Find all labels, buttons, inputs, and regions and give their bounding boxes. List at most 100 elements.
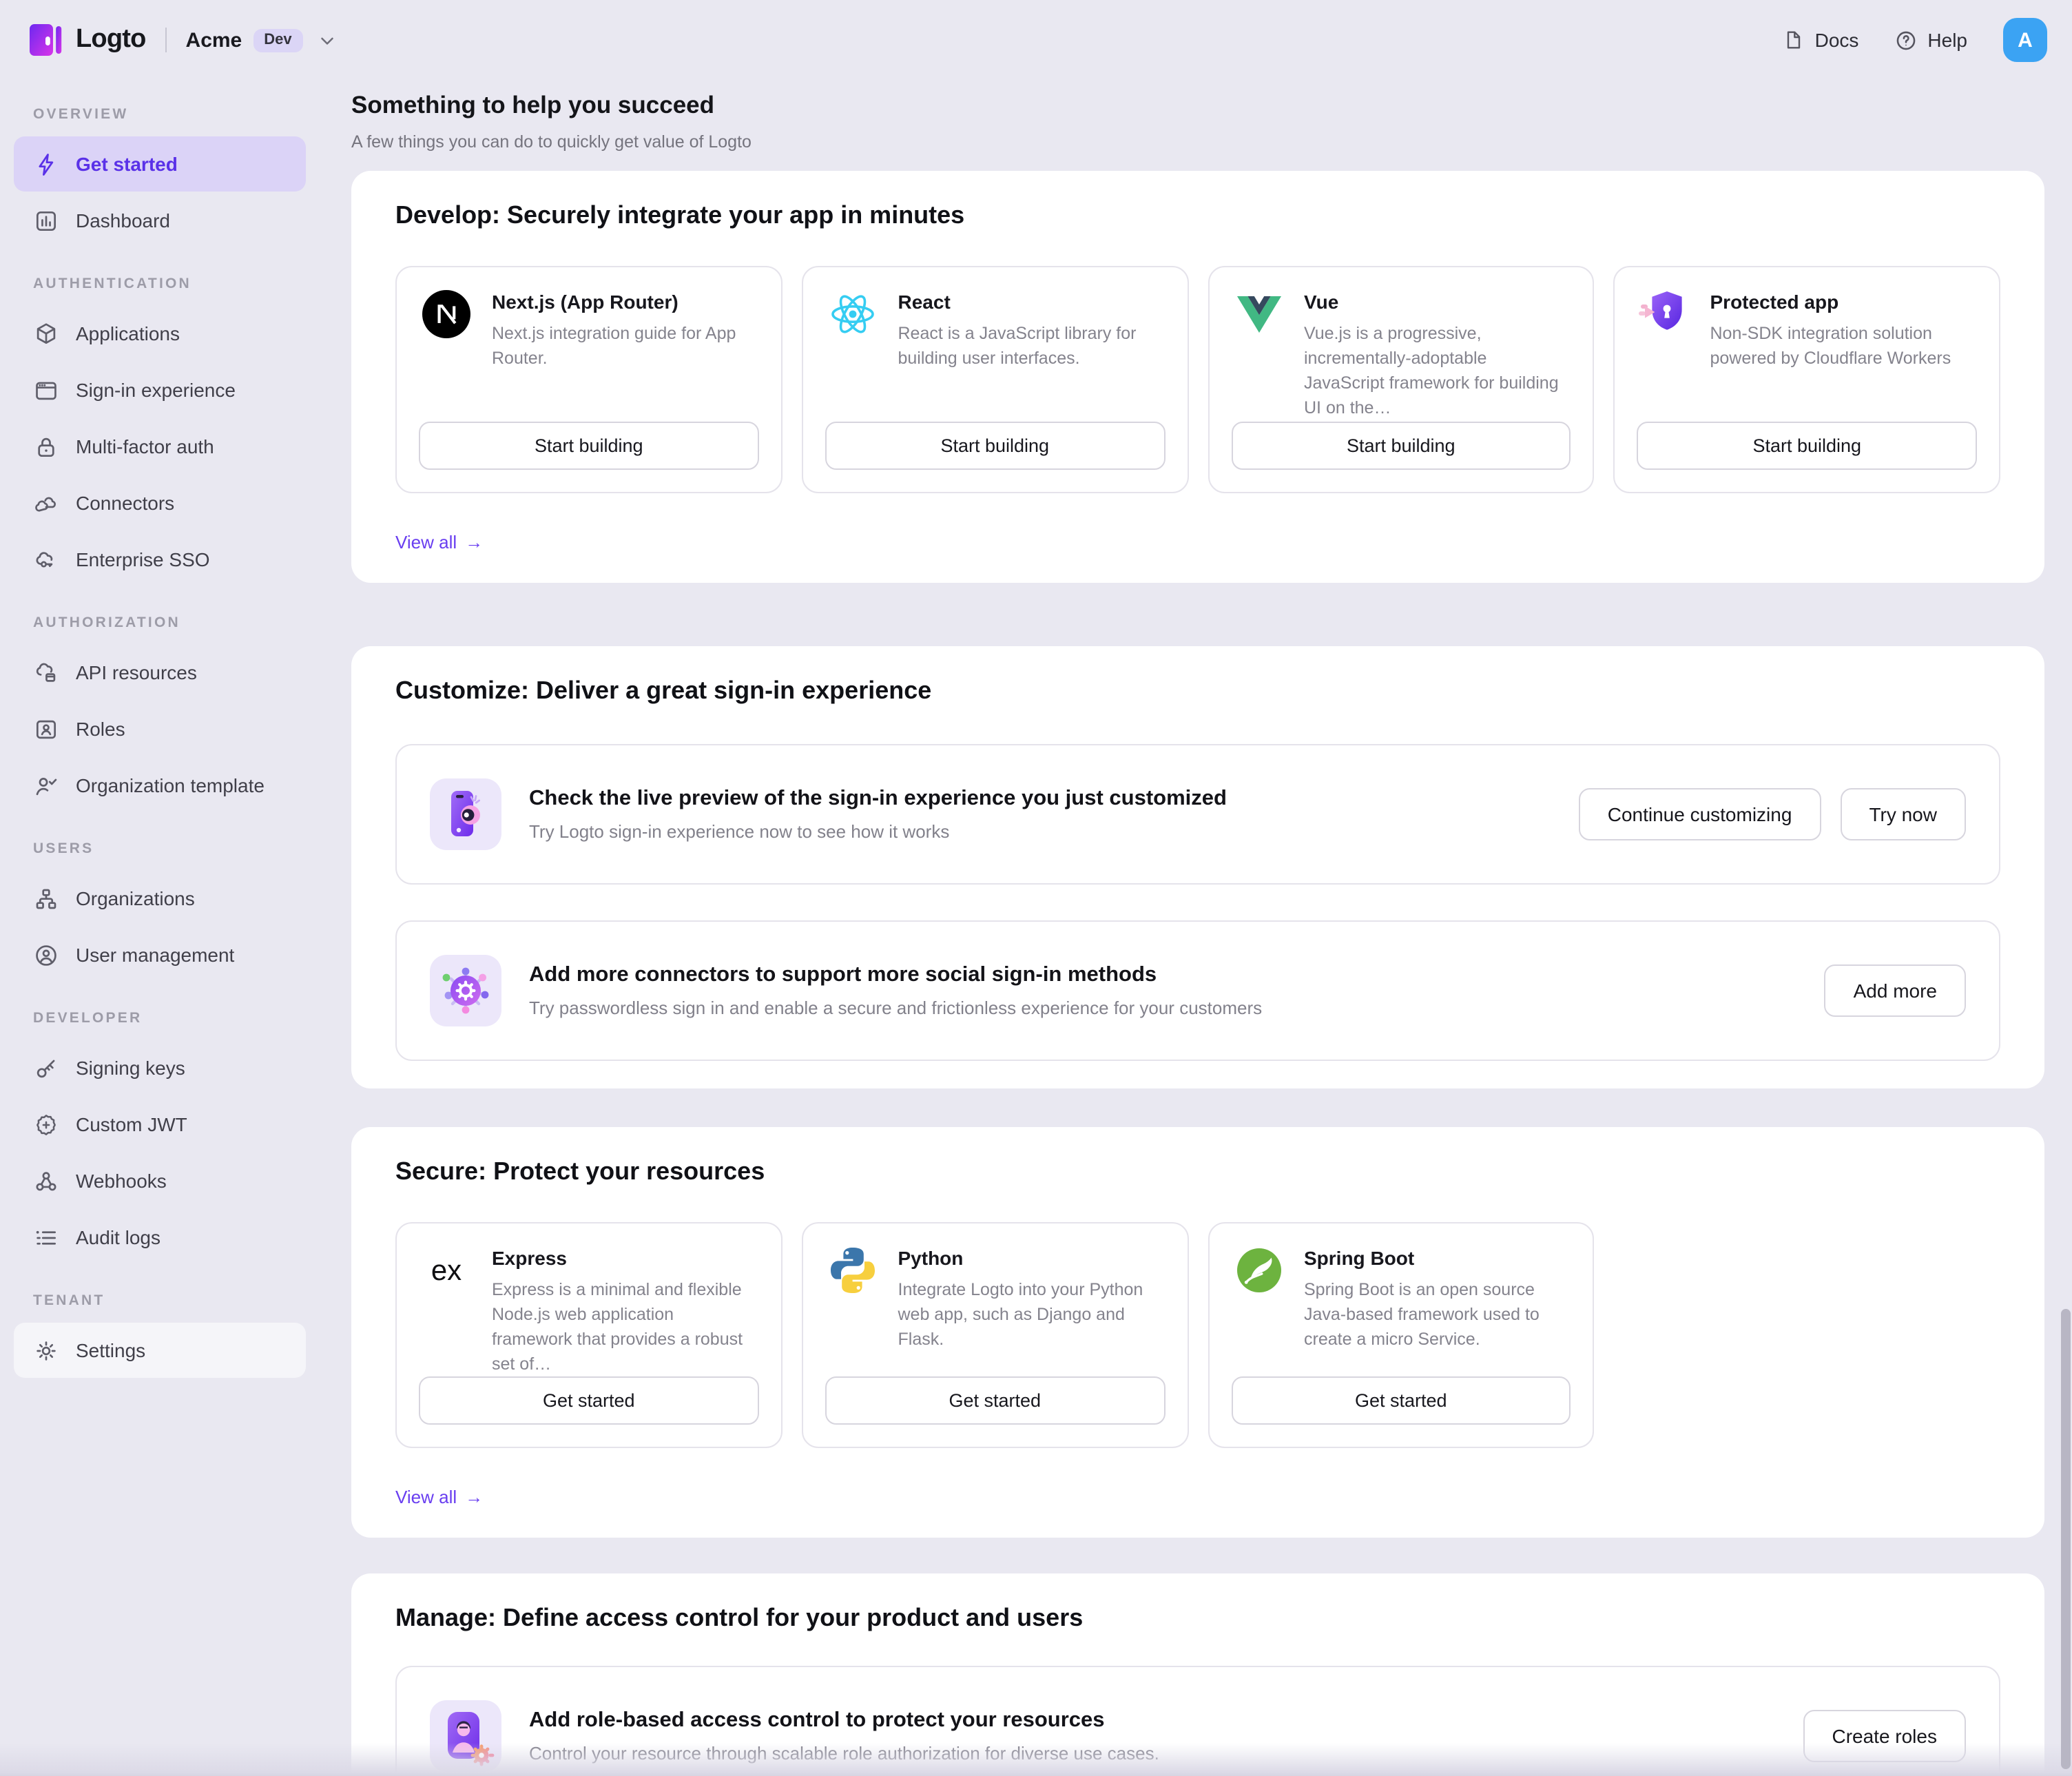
sidebar-item-roles[interactable]: Roles (14, 701, 306, 756)
sidebar-item-label: Enterprise SSO (76, 548, 210, 570)
gear-icon (33, 1337, 59, 1363)
sidebar-item-multi-factor-auth[interactable]: Multi-factor auth (14, 419, 306, 474)
rbac-icon (430, 1700, 501, 1772)
help-link[interactable]: Help (1894, 28, 1967, 52)
sidebar-item-applications[interactable]: Applications (14, 306, 306, 361)
sidebar-item-label: Roles (76, 718, 125, 740)
topbar: Logto Acme Dev Docs Help (0, 0, 2072, 80)
view-all-link[interactable]: View all → (395, 1487, 483, 1507)
sidebar-item-audit-logs[interactable]: Audit logs (14, 1210, 306, 1265)
view-all-link[interactable]: View all → (395, 531, 483, 552)
sidebar-item-label: Signing keys (76, 1057, 185, 1079)
person-check-icon (33, 772, 59, 798)
react-logo-icon (825, 287, 880, 342)
sidebar-item-dashboard[interactable]: Dashboard (14, 193, 306, 248)
scrollbar-thumb[interactable] (2061, 1309, 2071, 1769)
get-started-button[interactable]: Get started (825, 1376, 1166, 1425)
id-card-icon (33, 716, 59, 742)
framework-card-express[interactable]: ex Express Express is a minimal and flex… (395, 1221, 783, 1448)
customize-heading: Customize: Deliver a great sign-in exper… (395, 676, 2000, 705)
python-logo-icon (825, 1242, 880, 1297)
sidebar-section-authorization: AUTHORIZATION (0, 588, 320, 643)
question-circle-icon (1894, 28, 1918, 52)
vertical-scrollbar[interactable] (2060, 0, 2072, 1776)
list-icon (33, 1224, 59, 1250)
sidebar-item-label: Webhooks (76, 1170, 167, 1192)
sidebar-item-sign-in-experience[interactable]: Sign-in experience (14, 362, 306, 417)
framework-card-spring-boot[interactable]: Spring Boot Spring Boot is an open sourc… (1208, 1221, 1595, 1448)
sidebar-item-custom-jwt[interactable]: Custom JWT (14, 1097, 306, 1152)
framework-card-title: React (898, 291, 1166, 313)
docs-label: Docs (1815, 29, 1859, 51)
tenant-env-badge: Dev (253, 28, 302, 52)
badge-plus-icon (33, 1111, 59, 1137)
framework-card-description: Spring Boot is an open source Java-based… (1304, 1277, 1571, 1352)
sidebar-item-label: Custom JWT (76, 1113, 187, 1135)
manage-heading: Manage: Define access control for your p… (395, 1604, 2000, 1633)
sidebar-section-developer: DEVELOPER (0, 984, 320, 1039)
framework-card-vue[interactable]: Vue Vue.js is a progressive, incremental… (1208, 266, 1595, 493)
user-circle-icon (33, 942, 59, 968)
sidebar-item-webhooks[interactable]: Webhooks (14, 1153, 306, 1208)
cube-icon (33, 320, 59, 347)
webhook-icon (33, 1168, 59, 1194)
sidebar-item-label: Organization template (76, 774, 265, 796)
task-row-subtitle: Try passwordless sign in and enable a se… (529, 997, 1262, 1018)
develop-panel: Develop: Securely integrate your app in … (351, 171, 2044, 582)
avatar-initial: A (2018, 28, 2033, 52)
document-icon (1783, 29, 1805, 51)
sidebar-item-api-resources[interactable]: API resources (14, 645, 306, 700)
logto-brand[interactable]: Logto (28, 22, 146, 58)
page-title: Something to help you succeed (351, 91, 2044, 120)
sidebar-item-label: Sign-in experience (76, 379, 236, 401)
try-now-button[interactable]: Try now (1840, 787, 1966, 840)
sidebar-item-signing-keys[interactable]: Signing keys (14, 1040, 306, 1095)
arrow-right-icon: → (465, 1487, 483, 1507)
sidebar-item-organizations[interactable]: Organizations (14, 871, 306, 926)
page-subtitle: A few things you can do to quickly get v… (351, 132, 2044, 152)
sidebar-item-get-started[interactable]: Get started (14, 136, 306, 192)
framework-card-python[interactable]: Python Integrate Logto into your Python … (802, 1221, 1189, 1448)
framework-card-nextjs[interactable]: Next.js (App Router) Next.js integration… (395, 266, 783, 493)
customize-panel: Customize: Deliver a great sign-in exper… (351, 646, 2044, 1088)
task-row-subtitle: Control your resource through scalable r… (529, 1743, 1159, 1764)
avatar[interactable]: A (2003, 18, 2047, 62)
sidebar-item-label: User management (76, 944, 234, 966)
task-row-rbac: Add role-based access control to protect… (395, 1666, 2000, 1776)
continue-customizing-button[interactable]: Continue customizing (1579, 787, 1821, 840)
view-all-label: View all (395, 1487, 457, 1507)
develop-heading: Develop: Securely integrate your app in … (395, 201, 2000, 230)
sidebar-section-overview: OVERVIEW (0, 80, 320, 135)
logto-logo-icon (28, 22, 63, 58)
start-building-button[interactable]: Start building (825, 421, 1166, 469)
framework-card-title: Protected app (1710, 291, 1978, 313)
task-row-title: Add more connectors to support more soci… (529, 962, 1262, 987)
start-building-button[interactable]: Start building (1231, 421, 1571, 469)
framework-card-react[interactable]: React React is a JavaScript library for … (802, 266, 1189, 493)
framework-card-protected-app[interactable]: Protected app Non-SDK integration soluti… (1614, 266, 2001, 493)
lock-icon (33, 433, 59, 460)
start-building-button[interactable]: Start building (1637, 421, 1978, 469)
svg-text:ex: ex (431, 1253, 462, 1285)
org-chart-icon (33, 885, 59, 911)
framework-card-description: Non-SDK integration solution powered by … (1710, 321, 1978, 371)
sign-in-preview-icon (430, 778, 501, 849)
create-roles-button[interactable]: Create roles (1803, 1710, 1966, 1762)
tenant-switcher[interactable]: Acme Dev (186, 28, 338, 52)
get-started-button[interactable]: Get started (419, 1376, 759, 1425)
clouds-icon (33, 490, 59, 516)
sidebar-item-organization-template[interactable]: Organization template (14, 758, 306, 813)
start-building-button[interactable]: Start building (419, 421, 759, 469)
framework-card-description: React is a JavaScript library for buildi… (898, 321, 1166, 371)
sidebar-item-settings[interactable]: Settings (14, 1323, 306, 1378)
task-row-title: Add role-based access control to protect… (529, 1708, 1159, 1733)
sidebar-item-label: Multi-factor auth (76, 435, 214, 457)
chevron-down-icon (317, 30, 338, 50)
add-more-button[interactable]: Add more (1825, 964, 1966, 1016)
sidebar-item-connectors[interactable]: Connectors (14, 475, 306, 530)
get-started-button[interactable]: Get started (1231, 1376, 1571, 1425)
sidebar-section-tenant: TENANT (0, 1266, 320, 1321)
sidebar-item-enterprise-sso[interactable]: Enterprise SSO (14, 532, 306, 587)
docs-link[interactable]: Docs (1783, 29, 1859, 51)
sidebar-item-user-management[interactable]: User management (14, 927, 306, 982)
